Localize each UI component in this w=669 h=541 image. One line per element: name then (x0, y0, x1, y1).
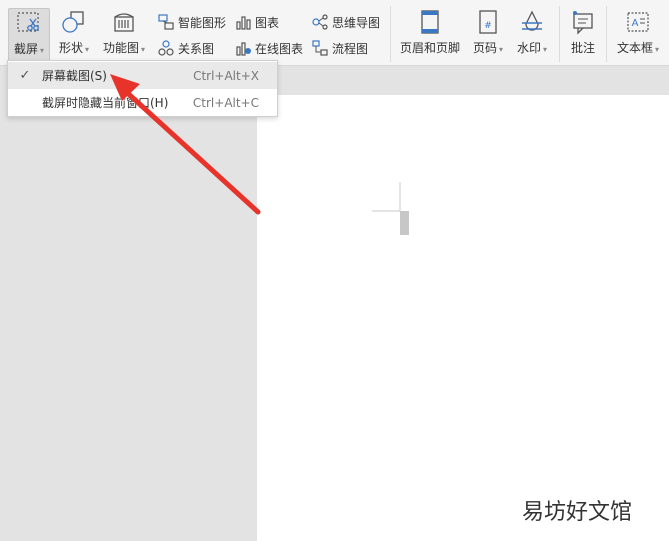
screenshot-dropdown-menu: ✓ 屏幕截图(S) Ctrl+Alt+X 截屏时隐藏当前窗口(H) Ctrl+A… (7, 60, 278, 117)
header-footer-icon (416, 8, 444, 36)
svg-text:#: # (484, 21, 492, 31)
chevron-down-icon: ▾ (40, 46, 45, 55)
menu-item-screen-capture[interactable]: ✓ 屏幕截图(S) Ctrl+Alt+X (8, 62, 277, 89)
svg-text:A: A (632, 18, 639, 29)
chart-button[interactable]: 图表 (234, 11, 279, 33)
text-box-label: 文本框 (616, 41, 653, 55)
ribbon-divider (390, 6, 391, 62)
mind-map-icon (311, 13, 329, 31)
text-box-icon: A (624, 8, 652, 36)
smart-graphic-button[interactable]: 智能图形 (157, 11, 226, 33)
screenshot-label: 截屏 (13, 42, 38, 56)
ribbon-divider (606, 6, 607, 62)
flowchart-label: 流程图 (332, 41, 369, 56)
watermark-button[interactable]: 水印 ▾ (512, 8, 552, 62)
comment-button[interactable]: 批注 (564, 8, 602, 62)
screenshot-button[interactable]: 截屏 ▾ (8, 8, 50, 62)
ribbon-divider (559, 6, 560, 62)
scissors-icon (15, 9, 43, 37)
text-box-button[interactable]: A 文本框 ▾ (612, 8, 664, 62)
ribbon-toolbar: 截屏 ▾ 形状 ▾ 功能图 ▾ 智能图形 关系图 图表 在线图表 思维导图 流程… (0, 0, 669, 66)
menu-item-shortcut: Ctrl+Alt+X (193, 68, 259, 83)
page-number-button[interactable]: # 页码 ▾ (468, 8, 508, 62)
page-number-label: 页码 (472, 41, 497, 55)
mind-map-button[interactable]: 思维导图 (311, 11, 380, 33)
mind-map-label: 思维导图 (332, 15, 381, 30)
watermark-text: 易坊好文馆 (522, 500, 633, 525)
smart-graphic-label: 智能图形 (178, 15, 227, 30)
margin-corner-marker (372, 182, 409, 235)
comment-icon (569, 8, 597, 36)
header-footer-button[interactable]: 页眉和页脚 (396, 8, 464, 62)
chevron-down-icon: ▾ (655, 45, 660, 54)
text-cursor (400, 211, 409, 235)
document-page[interactable] (257, 95, 669, 541)
online-chart-icon (234, 39, 252, 57)
relation-chart-button[interactable]: 关系图 (157, 37, 214, 59)
bar-chart-icon (234, 13, 252, 31)
menu-item-shortcut: Ctrl+Alt+C (192, 95, 259, 110)
function-chart-icon (110, 8, 138, 36)
online-chart-button[interactable]: 在线图表 (234, 37, 303, 59)
chart-label: 图表 (255, 15, 280, 30)
watermark-icon (518, 8, 546, 36)
flowchart-button[interactable]: 流程图 (311, 37, 368, 59)
chevron-down-icon: ▾ (543, 45, 548, 54)
smart-graphic-icon (157, 13, 175, 31)
shapes-icon (60, 8, 88, 36)
chevron-down-icon: ▾ (85, 45, 90, 54)
menu-item-label: 截屏时隐藏当前窗口(H) (42, 96, 169, 110)
chevron-down-icon: ▾ (141, 45, 146, 54)
menu-item-hide-window[interactable]: 截屏时隐藏当前窗口(H) Ctrl+Alt+C (8, 89, 277, 116)
page-number-icon: # (474, 8, 502, 36)
watermark-label: 水印 (516, 41, 541, 55)
header-footer-label: 页眉和页脚 (399, 41, 460, 55)
chevron-down-icon: ▾ (499, 45, 504, 54)
comment-label: 批注 (570, 41, 595, 55)
menu-item-label: 屏幕截图(S) (42, 69, 107, 83)
online-chart-label: 在线图表 (255, 41, 304, 56)
flowchart-icon (311, 39, 329, 57)
shape-button[interactable]: 形状 ▾ (54, 8, 94, 62)
relation-chart-label: 关系图 (178, 41, 215, 56)
function-chart-label: 功能图 (102, 41, 139, 55)
checkmark-icon: ✓ (19, 68, 31, 83)
relation-chart-icon (157, 39, 175, 57)
shape-label: 形状 (58, 41, 83, 55)
function-chart-button[interactable]: 功能图 ▾ (99, 8, 149, 62)
